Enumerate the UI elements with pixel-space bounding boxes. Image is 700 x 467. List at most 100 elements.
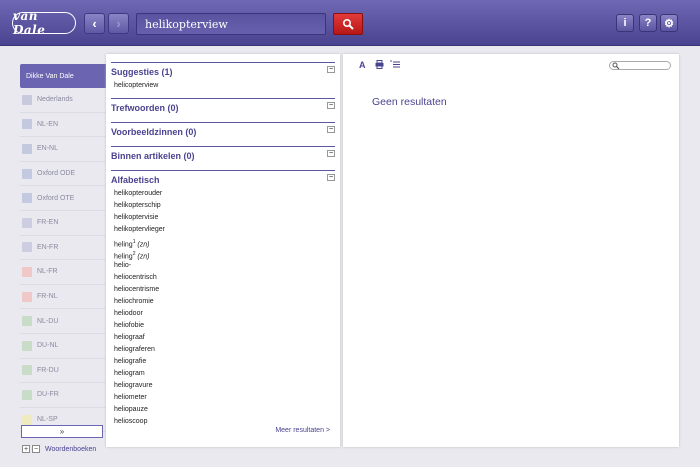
entry-word: helikopterschip [114,202,161,209]
sidebar-item-label: EN-NL [37,145,59,153]
dictionary-color-swatch [22,316,32,327]
list-item[interactable]: heliograferen [111,344,335,356]
sidebar-item-dictionary[interactable]: NL-FR [20,260,106,285]
sidebar-item-dictionary[interactable]: FR-NL [20,285,106,310]
sidebar-item-label: DU-NL [37,342,59,350]
article-search-input[interactable] [609,61,671,70]
dictionary-color-swatch [22,94,32,105]
list-item[interactable]: heliocentrisch [111,272,335,284]
collapse-toggle[interactable]: − [327,102,335,109]
sidebar-item-dictionary[interactable]: DU-NL [20,334,106,359]
print-button[interactable] [375,60,384,71]
sidebar-item-dictionary[interactable]: NL-EN [20,113,106,138]
alphabetical-section: Alfabetisch − helikopterouder helikoptersch… [111,170,335,428]
entry-word: heliografie [114,358,147,365]
list-item[interactable]: heliometer [111,392,335,404]
dictionary-color-swatch [22,193,32,204]
back-button[interactable]: ‹ [84,13,105,34]
sidebar-item-label: NL-SP [37,416,58,424]
list-item[interactable]: helikoptervlieger [111,224,335,236]
list-item[interactable]: heliochromie [111,296,335,308]
dictionary-color-swatch [22,291,32,302]
sidebar-item-dictionary[interactable]: Oxford OTE [20,186,106,211]
result-section: Binnen artikelen (0) − [111,146,335,164]
sidebar-item-dictionary[interactable]: Oxford ODE [20,162,106,187]
collapse-toggle[interactable]: − [327,174,335,181]
entry-word: heliometer [114,394,147,401]
list-item[interactable]: heliocentrisme [111,284,335,296]
section-header[interactable]: Voorbeeldzinnen (0) − [111,122,335,140]
info-icon: i [623,17,627,29]
dictionary-color-swatch [22,414,32,425]
expand-sidebar-button[interactable]: » [21,425,103,438]
section-header[interactable]: Trefwoorden (0) − [111,98,335,116]
entry-word: helio- [114,262,132,269]
van-dale-logo: van Dale [12,9,76,37]
info-button[interactable]: i [616,14,634,32]
search-icon [612,62,620,70]
collapse-toggle[interactable]: − [327,150,335,157]
article-panel: A Geen resultaten [343,54,679,447]
sidebar-item-dictionary[interactable]: EN-NL [20,137,106,162]
list-item[interactable]: heliodoor [111,308,335,320]
list-item[interactable]: heliograaf [111,332,335,344]
settings-button[interactable]: ⚙ [660,14,678,32]
list-view-button[interactable] [390,60,400,71]
remove-dictionary-button[interactable]: − [32,445,40,453]
sidebar-item-label: Dikke Van Dale [26,72,74,80]
entry-word: helikoptervlieger [114,226,165,233]
search-button[interactable] [333,13,363,35]
result-section: Voorbeeldzinnen (0) − [111,122,335,140]
font-size-button[interactable]: A [359,60,366,70]
print-icon [375,60,384,69]
list-icon [390,60,400,68]
chevron-right-icon: › [116,16,121,31]
list-item[interactable]: heling2 (zn) [111,248,335,260]
entry-word: helioscoop [114,418,148,425]
sidebar-item-dictionary[interactable]: Nederlands [20,88,106,113]
dictionaries-label[interactable]: Woordenboeken [45,446,96,453]
list-item[interactable]: helikopterouder [111,188,335,200]
sidebar-item-dictionary[interactable]: FR-DU [20,359,106,384]
list-item[interactable]: heliogram [111,368,335,380]
collapse-toggle[interactable]: − [327,66,335,73]
suggestion-item[interactable]: helicopterview [111,80,335,92]
list-item[interactable]: heliografie [111,356,335,368]
list-item[interactable]: heliogravure [111,380,335,392]
list-item[interactable]: helikoptervisie [111,212,335,224]
entry-word: heliopauze [114,406,148,413]
search-input[interactable]: helikopterview [136,13,326,35]
section-header[interactable]: Binnen artikelen (0) − [111,146,335,164]
forward-button[interactable]: › [108,13,129,34]
entry-word: heliogravure [114,382,153,389]
entry-word: heliocentrisch [114,274,157,281]
list-item[interactable]: helikopterschip [111,200,335,212]
entry-word: heliofobie [114,322,144,329]
result-section: Trefwoorden (0) − [111,98,335,116]
list-item[interactable]: helio- [111,260,335,272]
entry-word: helikoptervisie [114,214,159,221]
collapse-toggle[interactable]: − [327,126,335,133]
top-bar: van Dale ‹ › helikopterview i ? ⚙ [0,0,700,46]
dictionary-color-swatch [22,168,32,179]
more-results-link[interactable]: Meer resultaten > [275,427,330,434]
section-header[interactable]: Alfabetisch − [111,170,335,188]
sidebar-item-label: FR-EN [37,219,59,227]
section-title: Alfabetisch [111,175,160,185]
section-title: Binnen artikelen (0) [111,151,195,161]
sidebar-item-dictionary[interactable]: DU-FR [20,383,106,408]
help-button[interactable]: ? [639,14,657,32]
list-item[interactable]: heliofobie [111,320,335,332]
part-of-speech: (zn) [137,253,150,261]
add-dictionary-button[interactable]: + [22,445,30,453]
sidebar-item-dictionary[interactable]: FR-EN [20,211,106,236]
list-item[interactable]: heling1 (zn) [111,236,335,248]
sidebar-item-dictionary[interactable]: Dikke Van Dale [20,64,106,88]
list-item[interactable]: heliopauze [111,404,335,416]
sidebar-item-dictionary[interactable]: NL-DU [20,309,106,334]
sidebar-item-dictionary[interactable]: EN-FR [20,236,106,261]
homonym-number: 1 [132,239,136,245]
section-title: Voorbeeldzinnen (0) [111,127,197,137]
list-item[interactable]: helioscoop [111,416,335,428]
section-header[interactable]: Suggesties (1) − [111,62,335,80]
